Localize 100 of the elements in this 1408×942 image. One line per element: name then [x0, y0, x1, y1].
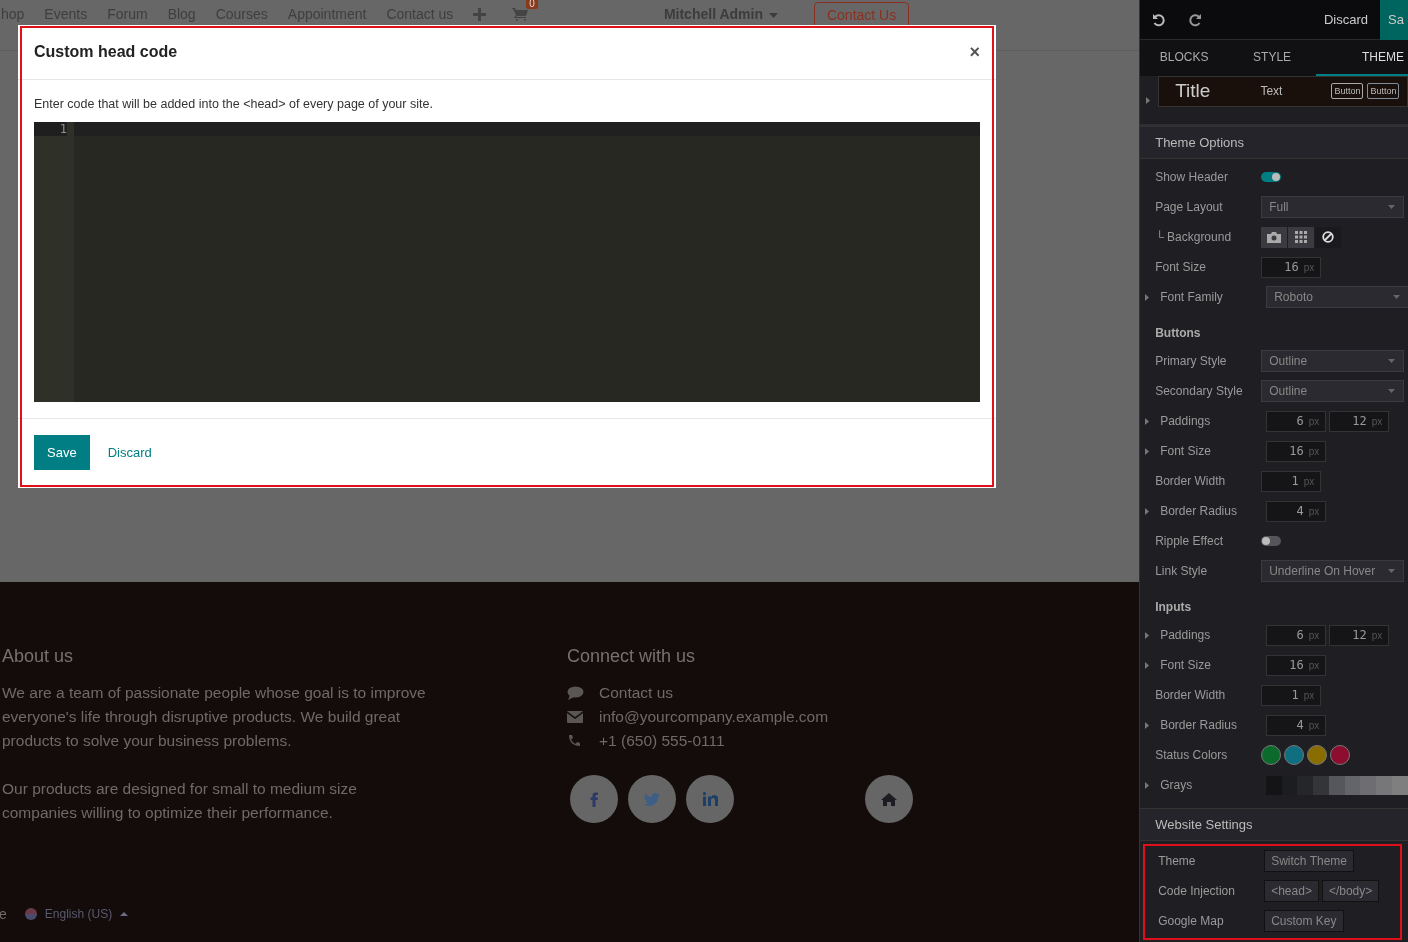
preview-button: Button: [1331, 83, 1364, 99]
undo-icon[interactable]: [1152, 12, 1167, 27]
preview-button: Button: [1367, 83, 1400, 99]
number-field[interactable]: 1 px: [1261, 470, 1322, 492]
caret-icon: [1388, 359, 1396, 363]
number-field[interactable]: 4 px: [1266, 714, 1327, 736]
select-field[interactable]: Full: [1261, 196, 1405, 218]
option-label: Page Layout: [1155, 200, 1224, 214]
expand-caret-icon[interactable]: [1145, 417, 1150, 425]
footer-heading: Connect with us: [567, 646, 697, 667]
option-button[interactable]: [1288, 226, 1315, 248]
select-field[interactable]: Outline: [1261, 350, 1405, 372]
code-editor[interactable]: 1: [34, 122, 980, 402]
option-label: Border Radius: [1160, 718, 1238, 732]
expand-caret-icon[interactable]: [1145, 507, 1150, 515]
color-swatch[interactable]: [1284, 745, 1305, 765]
number-field[interactable]: 4 px: [1266, 500, 1327, 522]
save-button[interactable]: Sa: [1380, 0, 1408, 40]
caret-icon: [120, 912, 129, 916]
option-label: Font Size: [1155, 260, 1207, 274]
color-swatch[interactable]: [1307, 745, 1328, 765]
color-swatch[interactable]: [1330, 745, 1351, 765]
setting-button[interactable]: <head>: [1264, 880, 1319, 902]
preview-text: Text: [1260, 84, 1283, 98]
option-label: Font Family: [1160, 290, 1224, 304]
discard-button[interactable]: Discard: [1311, 12, 1380, 27]
number-field[interactable]: 1 px: [1261, 684, 1322, 706]
facebook-icon: [590, 791, 598, 807]
caret-icon: [1388, 389, 1396, 393]
contact-text: info@yourcompany.example.com: [599, 707, 829, 727]
expand-caret-icon[interactable]: [1146, 96, 1151, 104]
number-field[interactable]: 12 px: [1329, 410, 1390, 432]
social-button[interactable]: [570, 775, 618, 823]
language-selector[interactable]: English (US): [44, 907, 113, 921]
section-header: Theme Options: [1140, 126, 1408, 159]
section-header: Website Settings: [1140, 808, 1408, 841]
number-field[interactable]: 16 px: [1266, 440, 1327, 462]
discard-link[interactable]: Discard: [107, 445, 152, 460]
cart-count: 0: [526, 0, 538, 9]
shade-swatches[interactable]: [1266, 775, 1408, 795]
option-label: Grays: [1160, 778, 1194, 792]
caret-icon: [1388, 569, 1396, 573]
panel-tab[interactable]: BLOCKS: [1140, 40, 1229, 76]
color-swatch[interactable]: [1261, 745, 1282, 765]
expand-caret-icon[interactable]: [1145, 631, 1150, 639]
expand-caret-icon[interactable]: [1145, 661, 1150, 669]
panel-tab[interactable]: STYLE: [1228, 40, 1317, 76]
home-icon: [881, 792, 897, 806]
option-label: Font Size: [1160, 658, 1212, 672]
option-label: Font Size: [1160, 444, 1212, 458]
subheading: Inputs: [1154, 599, 1193, 616]
toggle-switch[interactable]: [1261, 172, 1282, 182]
social-button[interactable]: [628, 775, 676, 823]
select-field[interactable]: Outline: [1261, 380, 1405, 402]
contact-text[interactable]: Contact us: [599, 681, 674, 705]
social-button[interactable]: [686, 775, 734, 823]
modal-description: Enter code that will be added into the <head> of every page of your site.: [34, 97, 434, 111]
modal-title: Custom head code: [34, 43, 178, 61]
expand-caret-icon[interactable]: [1145, 447, 1150, 455]
option-label: Paddings: [1160, 628, 1212, 642]
option-label: Border Width: [1155, 688, 1227, 702]
option-button[interactable]: [1315, 226, 1342, 248]
number-field[interactable]: 16 px: [1266, 654, 1327, 676]
setting-button[interactable]: Custom Key: [1264, 910, 1344, 932]
option-label: └ Background: [1155, 230, 1233, 244]
option-button[interactable]: [1261, 226, 1288, 248]
phone-icon: [567, 734, 581, 748]
close-button[interactable]: ×: [969, 41, 980, 63]
save-button[interactable]: Save: [34, 435, 90, 470]
line-number: 1: [34, 122, 67, 136]
social-button[interactable]: [865, 775, 913, 823]
chat-icon: [567, 686, 584, 700]
footer-heading: About us: [2, 646, 75, 667]
select-field[interactable]: Roboto: [1266, 286, 1408, 308]
number-field[interactable]: 6 px: [1266, 410, 1327, 432]
select-field[interactable]: Underline On Hover: [1261, 560, 1405, 582]
number-field[interactable]: 6 px: [1266, 624, 1327, 646]
option-label: Border Radius: [1160, 504, 1238, 518]
expand-caret-icon[interactable]: [1145, 781, 1150, 789]
camera-icon: [1267, 231, 1282, 243]
setting-button[interactable]: </body>: [1321, 880, 1380, 902]
option-label: Status Colors: [1155, 748, 1229, 762]
about-paragraph: Our products are designed for small to medium size companies willing to optimize their performance.: [2, 779, 358, 823]
option-label: Primary Style: [1155, 354, 1228, 368]
redo-icon[interactable]: [1188, 12, 1203, 27]
preview-title: Title: [1175, 80, 1211, 102]
option-label: Secondary Style: [1155, 384, 1244, 398]
number-field[interactable]: 12 px: [1329, 624, 1390, 646]
theme-preview[interactable]: Title Text Button Button: [1158, 75, 1408, 107]
setting-button[interactable]: Switch Theme: [1264, 850, 1354, 872]
expand-caret-icon[interactable]: [1145, 293, 1150, 301]
number-field[interactable]: 16 px: [1261, 256, 1322, 278]
caret-icon: [1393, 295, 1401, 299]
footer-text: e: [0, 906, 7, 922]
expand-caret-icon[interactable]: [1145, 721, 1150, 729]
caret-icon: [1388, 205, 1396, 209]
option-label: Code Injection: [1158, 884, 1236, 898]
option-label: Google Map: [1158, 914, 1225, 928]
contact-text: +1 (650) 555-0111: [599, 731, 725, 751]
toggle-switch[interactable]: [1261, 536, 1282, 546]
